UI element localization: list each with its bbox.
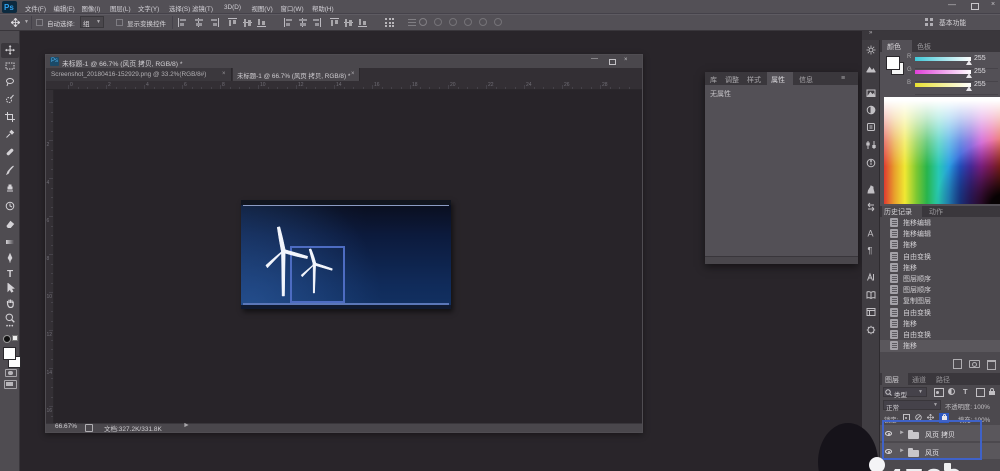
svg-text:A: A — [868, 229, 874, 239]
svg-text:T: T — [7, 269, 13, 278]
svg-text:¶: ¶ — [868, 246, 873, 256]
